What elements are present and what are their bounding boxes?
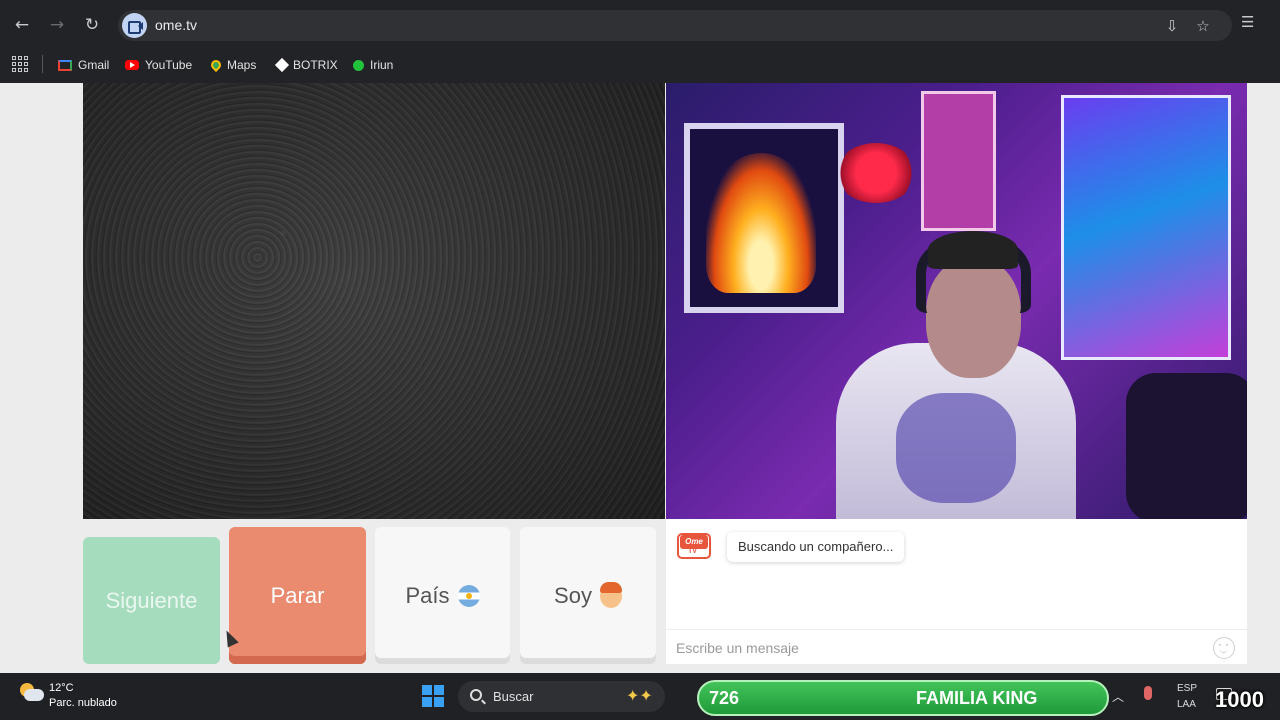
ometv-page: Siguiente Parar País Soy Buscando un com… (0, 83, 1280, 673)
forward-icon[interactable]: → (44, 12, 70, 38)
bookmark-label: Gmail (78, 58, 110, 72)
boy-face-icon (599, 581, 622, 608)
bookmark-label: BOTRIX (293, 58, 338, 72)
taskbar-search-label: Buscar (493, 689, 534, 704)
overlay-name: FAMILIA KING (916, 688, 1038, 708)
cap (928, 231, 1018, 269)
site-info-icon[interactable] (122, 13, 147, 38)
iriun-icon (353, 59, 364, 71)
gmail-icon (58, 59, 72, 71)
country-button[interactable]: País (375, 527, 510, 664)
back-icon[interactable]: ← (9, 12, 35, 38)
bookmarks-divider (42, 55, 43, 73)
bookmark-maps[interactable]: Maps (208, 54, 257, 76)
apps-grid-icon[interactable] (12, 56, 28, 72)
overlay-count: 726 (709, 688, 740, 708)
maps-icon (208, 57, 224, 73)
shelf (921, 91, 996, 231)
bookmark-label: YouTube (145, 58, 193, 72)
microphone-icon[interactable] (1144, 686, 1152, 700)
gender-button[interactable]: Soy (520, 527, 656, 664)
next-button-label: Siguiente (105, 587, 198, 613)
emoji-icon[interactable] (1213, 637, 1235, 659)
bookmarks-bar: Gmail YouTube Maps BOTRIX Iriun (0, 50, 1280, 83)
argentina-flag-icon (457, 584, 480, 607)
taskbar-search[interactable]: Buscar ✦✦ (458, 681, 665, 712)
youtube-icon (125, 60, 139, 70)
bookmark-botrix[interactable]: BOTRIX (274, 54, 338, 76)
bookmark-iriun[interactable]: Iriun (353, 54, 393, 76)
reading-list-icon[interactable]: ☰ (1241, 13, 1254, 31)
weather-condition[interactable]: Parc. nublado (49, 697, 117, 709)
address-bar[interactable]: ome.tv ⇩ ☆ (118, 10, 1232, 41)
bookmark-label: Maps (227, 58, 257, 72)
fire-flames (706, 153, 816, 293)
self-video (666, 83, 1247, 519)
language-code[interactable]: ESP (1177, 683, 1197, 694)
poster (1061, 95, 1231, 360)
reload-icon[interactable]: ↻ (79, 12, 105, 38)
keyboard-layout[interactable]: LAA (1177, 699, 1196, 710)
tray-expand-icon[interactable]: ︿ (1112, 688, 1124, 705)
stop-button-label: Parar (270, 582, 325, 608)
partly-cloudy-icon[interactable] (18, 683, 44, 703)
bookmark-star-icon[interactable]: ☆ (1192, 15, 1214, 37)
red-flowers (836, 143, 916, 203)
search-icon (470, 689, 482, 701)
country-button-label: País (405, 582, 450, 608)
bookmark-gmail[interactable]: Gmail (58, 54, 109, 76)
status-message: Buscando un compañero... (727, 532, 905, 562)
ometv-logo-icon (677, 533, 711, 559)
browser-toolbar: ← → ↻ ome.tv ⇩ ☆ ☰ (0, 0, 1280, 50)
gaming-chair (1126, 373, 1247, 519)
url-text[interactable]: ome.tv (155, 17, 197, 33)
stop-button[interactable]: Parar (229, 527, 366, 664)
next-button[interactable]: Siguiente (83, 537, 220, 664)
sparkle-icon: ✦✦ (626, 686, 653, 705)
chat-panel: Buscando un compañero... (666, 519, 1247, 664)
bookmark-youtube[interactable]: YouTube (125, 54, 192, 76)
overlay-score: 1000 (1215, 687, 1264, 712)
message-input[interactable] (676, 637, 1196, 659)
weather-temperature[interactable]: 12°C (49, 682, 74, 694)
botrix-icon (274, 57, 290, 73)
install-app-icon[interactable]: ⇩ (1161, 15, 1183, 37)
stranger-video (83, 83, 665, 519)
windows-start-icon[interactable] (422, 685, 444, 707)
bookmark-label: Iriun (370, 58, 394, 72)
gender-button-label: Soy (554, 582, 592, 608)
windows-taskbar: 12°C Parc. nublado Buscar ✦✦ 726 FAMILIA… (0, 673, 1280, 720)
stream-overlay-banner: 726 FAMILIA KING (697, 680, 1109, 716)
chat-input-area (666, 629, 1247, 664)
